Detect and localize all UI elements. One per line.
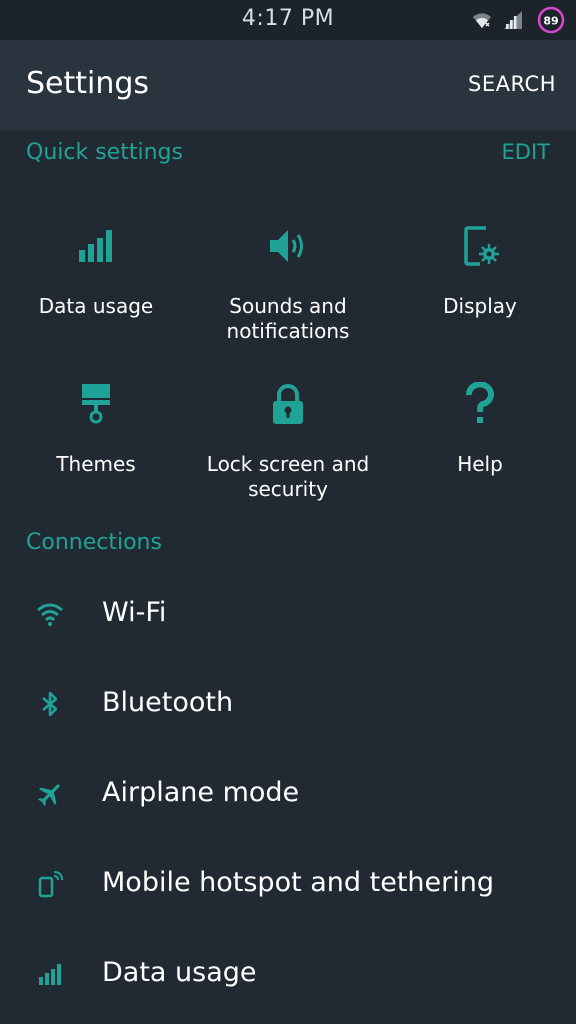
edit-button[interactable]: EDIT [502,140,550,164]
list-item-label: Bluetooth [102,687,234,718]
wifi-icon [37,603,63,626]
quick-tile-lock-screen[interactable]: Lock screen and security [192,382,384,502]
list-item-wifi[interactable]: Wi-Fi [0,567,576,657]
battery-icon: 89 [537,6,565,34]
bluetooth-icon [42,691,58,717]
lock-icon [273,384,303,424]
quick-tile-help[interactable]: Help [384,382,576,477]
search-button[interactable]: SEARCH [468,72,556,96]
quick-tile-display[interactable]: Display [384,224,576,319]
quick-tile-label: Data usage [38,294,154,318]
quick-tile-label: Help [457,452,503,476]
list-item-label: Wi-Fi [102,597,167,628]
wifi-icon [473,13,491,28]
list-item-label: Mobile hotspot and tethering [102,867,495,898]
quick-tile-label: Lock screen and security [206,452,370,501]
list-item-airplane-mode[interactable]: Airplane mode [0,747,576,837]
paintbrush-icon [82,384,110,424]
quick-tile-label: Sounds and notifications [226,294,350,343]
status-bar: 4:17 PM 89 [0,0,576,40]
quick-tile-data-usage[interactable]: Data usage [0,224,192,319]
hotspot-icon [38,871,63,898]
list-item-mobile-hotspot[interactable]: Mobile hotspot and tethering [0,837,576,927]
settings-screen: 4:17 PM 89 Settings SEARCH Quick setting… [0,0,576,1024]
airplane-icon [37,784,60,807]
data-usage-icon [79,230,112,262]
quick-tile-themes[interactable]: Themes [0,382,192,477]
battery-level: 89 [543,15,558,28]
list-item-label: Airplane mode [102,777,300,808]
list-item-bluetooth[interactable]: Bluetooth [0,657,576,747]
speaker-icon [270,230,303,262]
page-title: Settings [26,66,150,101]
quick-tile-label: Themes [56,452,136,476]
display-icon [464,226,499,266]
help-icon [466,382,494,423]
signal-icon [504,11,522,29]
quick-settings-header: Quick settings [26,140,183,165]
list-item-data-usage[interactable]: Data usage [0,927,576,1017]
list-item-label: Data usage [102,957,257,988]
quick-tile-label: Display [443,294,517,318]
connections-header: Connections [26,530,162,555]
data-usage-icon [39,964,61,985]
quick-tile-sounds[interactable]: Sounds and notifications [192,224,384,344]
app-bar: Settings SEARCH [0,40,576,130]
